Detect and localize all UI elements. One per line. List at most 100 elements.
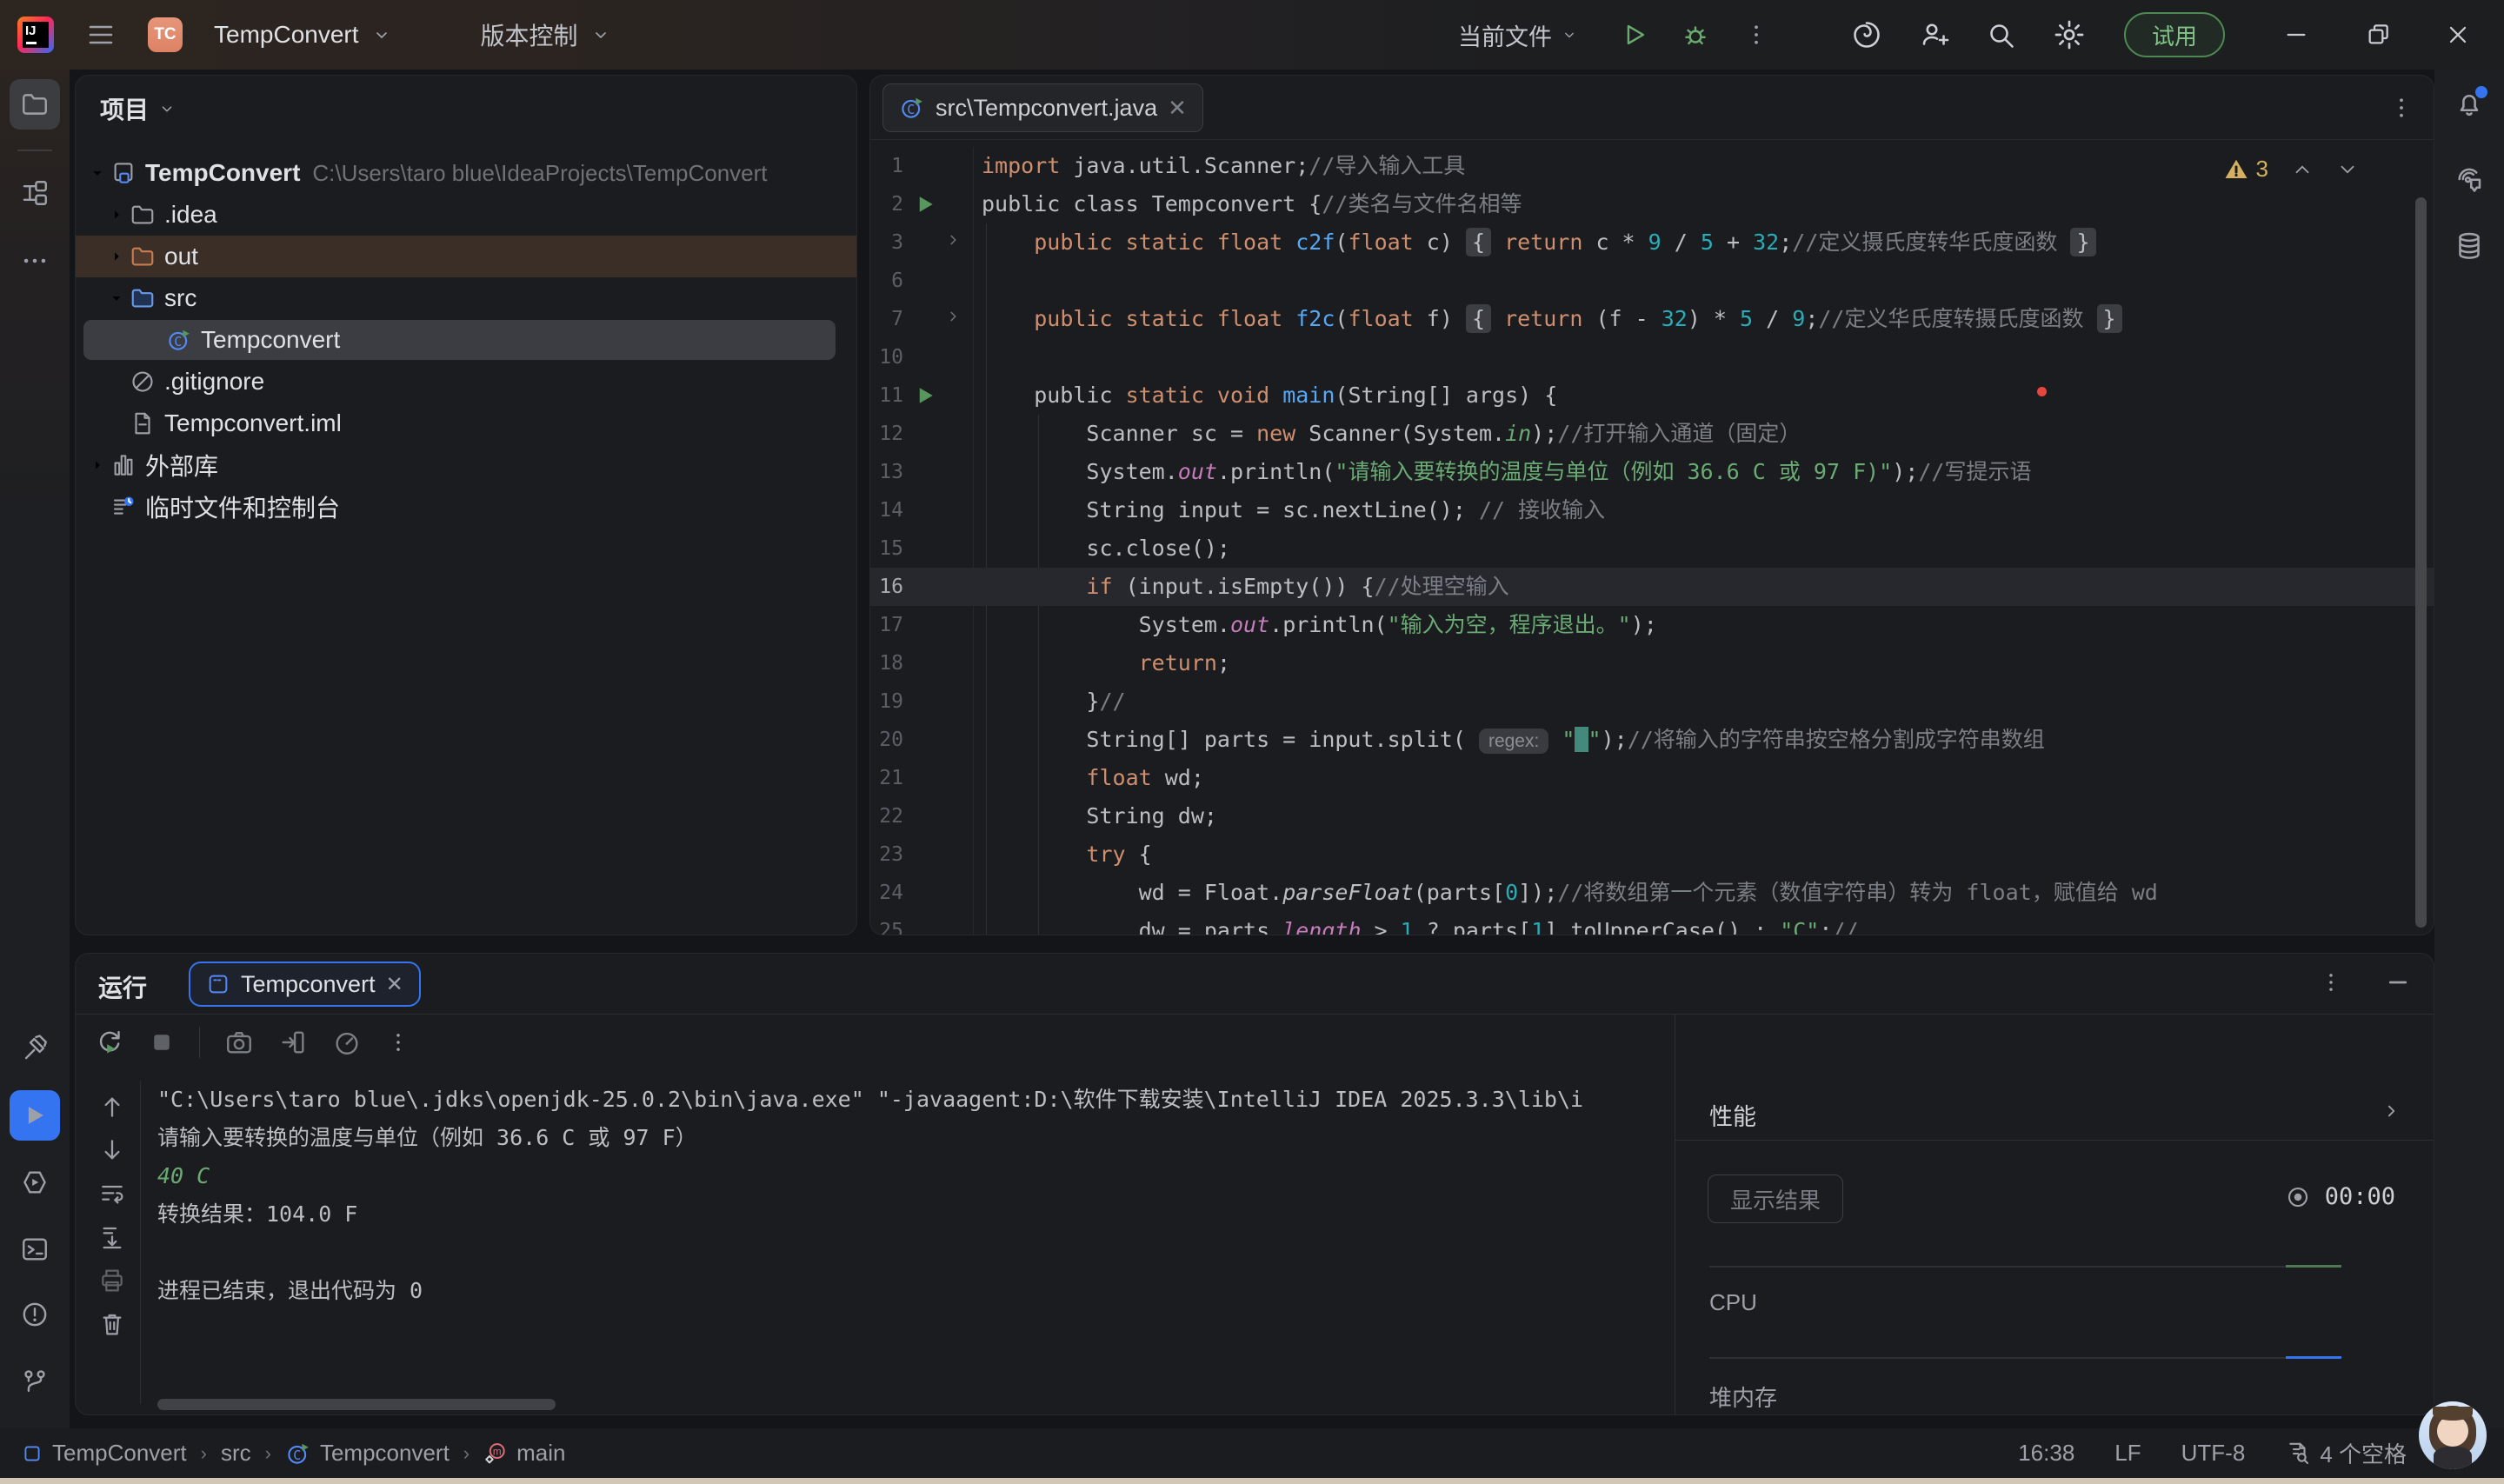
tool-button-database[interactable] [2444, 221, 2494, 271]
encoding-widget[interactable]: UTF-8 [2181, 1440, 2246, 1467]
token: 9 [1792, 306, 1805, 331]
tool-button-hammer[interactable] [10, 1022, 60, 1073]
arrow-up-icon[interactable] [98, 1093, 126, 1121]
tool-button-problems[interactable] [10, 1289, 60, 1340]
run-button[interactable] [1620, 20, 1649, 50]
clear-console-icon[interactable] [98, 1310, 126, 1338]
chevron-down-icon[interactable] [103, 289, 130, 308]
breadcrumb-item-src[interactable]: src [221, 1440, 251, 1467]
fold-arrow-icon[interactable] [943, 307, 962, 326]
code-line-25[interactable]: 25 dw = parts.length > 1 ? parts[1].toUp… [870, 912, 2434, 935]
project-selector[interactable]: TempConvert [214, 21, 392, 49]
close-tab-icon[interactable]: ✕ [1168, 95, 1187, 122]
console-horizontal-scrollbar[interactable] [157, 1399, 556, 1410]
tree-item-out[interactable]: out [76, 236, 856, 277]
show-results-button[interactable]: 显示结果 [1708, 1175, 1843, 1223]
tool-button-more-horizontal[interactable] [10, 236, 60, 286]
more-toolbar-icon[interactable] [386, 1030, 410, 1055]
code-line-17[interactable]: 17 System.out.println("输入为空，程序退出。"); [870, 606, 2434, 644]
minimize-window-icon[interactable] [2282, 21, 2310, 49]
tool-button-ai-chat[interactable] [2444, 154, 2494, 204]
code-line-19[interactable]: 19 }// [870, 682, 2434, 721]
code-line-7[interactable]: 7 public static float f2c(float f) { ret… [870, 300, 2434, 338]
user-avatar[interactable] [2419, 1401, 2487, 1469]
vcs-menu[interactable]: 版本控制 [481, 17, 611, 52]
code-line-2[interactable]: 2public class Tempconvert {//类名与文件名相等 [870, 185, 2434, 223]
chevron-down-icon[interactable] [84, 163, 110, 183]
run-configuration-selector[interactable]: 当前文件 [1458, 18, 1578, 52]
ai-assistant-icon[interactable] [1851, 19, 1882, 50]
tool-button-structure[interactable] [10, 168, 60, 218]
settings-gear-icon[interactable] [2053, 18, 2086, 51]
caret-position-widget[interactable]: 16:38 [2018, 1440, 2074, 1467]
tree-item--gitignore[interactable]: .gitignore [76, 361, 856, 403]
editor-options-icon[interactable] [2388, 95, 2414, 121]
more-options-icon[interactable] [2319, 970, 2343, 995]
code-line-10[interactable]: 10 [870, 338, 2434, 376]
code-line-14[interactable]: 14 String input = sc.nextLine(); // 接收输入 [870, 491, 2434, 529]
fold-arrow-icon[interactable] [943, 230, 962, 250]
close-run-tab-icon[interactable]: ✕ [386, 972, 403, 997]
search-icon[interactable] [1985, 19, 2016, 50]
tool-button-git[interactable] [10, 1357, 60, 1407]
run-tab[interactable]: Tempconvert ✕ [189, 962, 421, 1007]
code-line-16[interactable]: 16 if (input.isEmpty()) {//处理空输入 [870, 568, 2434, 606]
hide-panel-icon[interactable] [2385, 969, 2411, 995]
code-line-12[interactable]: 12 Scanner sc = new Scanner(System.in);/… [870, 415, 2434, 453]
code-line-22[interactable]: 22 String dw; [870, 797, 2434, 835]
tree-item-tempconvert-iml[interactable]: Tempconvert.iml [76, 403, 856, 444]
tree-item-外部库[interactable]: 外部库 [76, 444, 856, 486]
debug-button[interactable] [1681, 20, 1710, 50]
tree-item-src[interactable]: src [76, 277, 856, 319]
code-line-23[interactable]: 23 try { [870, 835, 2434, 874]
restore-window-icon[interactable] [2364, 21, 2392, 49]
tree-item-tempconvert[interactable]: CTempconvert [76, 319, 856, 361]
code-line-18[interactable]: 18 return; [870, 644, 2434, 682]
scroll-to-end-icon[interactable] [98, 1223, 126, 1251]
indent-widget[interactable]: 4 个空格 [2285, 1437, 2407, 1469]
code-line-13[interactable]: 13 System.out.println("请输入要转换的温度与单位（例如 3… [870, 453, 2434, 491]
code-line-6[interactable]: 6 [870, 262, 2434, 300]
tree-item-tempconvert[interactable]: TempConvertC:\Users\taro blue\IdeaProjec… [76, 152, 856, 194]
profiler-gauge-icon[interactable] [332, 1028, 362, 1057]
capture-snapshot-icon[interactable] [224, 1028, 254, 1057]
editor-vertical-scrollbar[interactable] [2415, 197, 2427, 928]
breadcrumb-item-main[interactable]: mmain [483, 1440, 565, 1467]
chevron-right-icon[interactable] [2380, 1100, 2402, 1122]
tool-button-bell[interactable] [2444, 79, 2494, 130]
code-line-3[interactable]: 3 public static float c2f(float c) { ret… [870, 223, 2434, 262]
run-line-icon[interactable] [912, 191, 938, 217]
code-line-15[interactable]: 15 sc.close(); [870, 529, 2434, 568]
main-menu-icon[interactable] [85, 19, 117, 50]
code-line-20[interactable]: 20 String[] parts = input.split( regex: … [870, 721, 2434, 759]
console-output[interactable]: "C:\Users\taro blue\.jdks\openjdk-25.0.2… [157, 1081, 1662, 1310]
chevron-down-icon[interactable] [157, 99, 176, 118]
arrow-down-icon[interactable] [98, 1136, 126, 1164]
soft-wrap-icon[interactable] [98, 1180, 126, 1208]
tool-button-folder[interactable] [10, 79, 60, 130]
tool-button-run[interactable] [10, 1090, 60, 1141]
add-user-icon[interactable] [1919, 19, 1950, 50]
breadcrumb-item-tempconvert[interactable]: TempConvert [21, 1440, 187, 1467]
chevron-right-icon[interactable] [103, 205, 130, 224]
rerun-icon[interactable] [95, 1028, 124, 1057]
tool-button-services[interactable] [10, 1157, 60, 1208]
more-actions-icon[interactable] [1743, 22, 1769, 48]
close-window-icon[interactable] [2444, 21, 2472, 49]
tree-item-临时文件和控制台[interactable]: 临时文件和控制台 [76, 486, 856, 528]
code-line-21[interactable]: 21 float wd; [870, 759, 2434, 797]
code-line-24[interactable]: 24 wd = Float.parseFloat(parts[0]);//将数组… [870, 874, 2434, 912]
code-editor[interactable]: 1import java.util.Scanner;//导入输入工具2publi… [870, 147, 2434, 935]
tree-item--idea[interactable]: .idea [76, 194, 856, 236]
trial-button[interactable]: 试用 [2124, 12, 2225, 57]
chevron-right-icon[interactable] [84, 456, 110, 475]
tool-button-terminal[interactable] [10, 1224, 60, 1274]
code-line-1[interactable]: 1import java.util.Scanner;//导入输入工具 [870, 147, 2434, 185]
chevron-right-icon[interactable] [103, 247, 130, 266]
code-line-11[interactable]: 11 public static void main(String[] args… [870, 376, 2434, 415]
editor-tab[interactable]: C src\Tempconvert.java ✕ [882, 83, 1203, 132]
breadcrumb-item-tempconvert[interactable]: CTempconvert [285, 1440, 450, 1467]
attach-console-icon[interactable] [278, 1028, 308, 1057]
line-ending-widget[interactable]: LF [2114, 1440, 2141, 1467]
run-line-icon[interactable] [912, 383, 938, 409]
